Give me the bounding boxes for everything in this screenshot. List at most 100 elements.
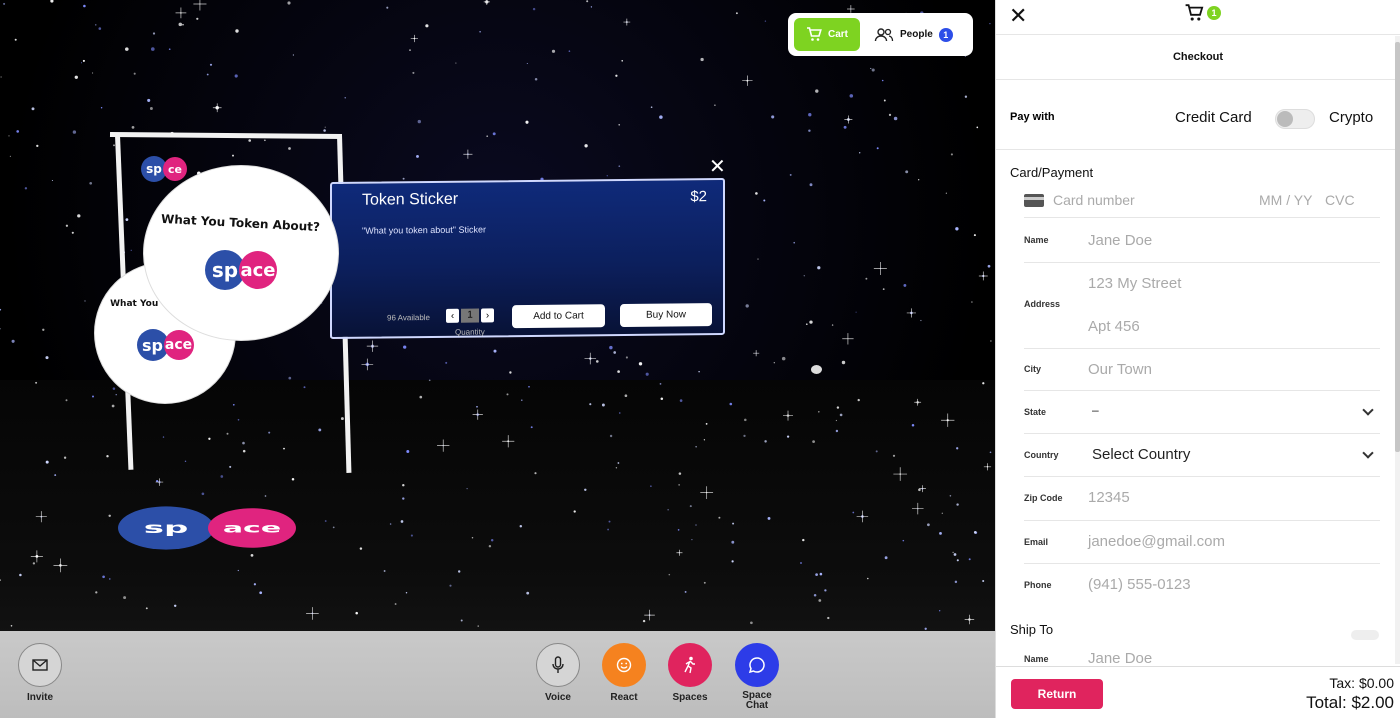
star [386,6,389,9]
star [956,559,959,562]
state-select[interactable]: – [1092,403,1099,417]
address-line1-input[interactable]: 123 My Street [1088,275,1181,292]
star [0,76,2,78]
star [359,547,363,550]
star [695,446,697,448]
star [689,505,692,508]
email-input[interactable]: janedoe@gmail.com [1088,533,1225,550]
star [831,324,834,326]
close-icon[interactable]: ✕ [709,157,726,177]
return-button[interactable]: Return [1011,679,1103,709]
star [857,398,860,402]
star [714,104,716,106]
spaces-button[interactable]: Spaces [660,643,720,703]
star [551,49,556,53]
star [976,126,979,129]
star [684,590,687,593]
phone-input[interactable]: (941) 555-0123 [1088,576,1191,593]
space-chat-button[interactable]: Space Chat [727,643,787,711]
star-sparkle [483,0,490,5]
spaces-label: Spaces [672,692,708,703]
star-sparkle [783,410,794,421]
star-sparkle [873,261,887,275]
voice-label: Voice [545,692,571,703]
star [973,234,976,237]
star [173,604,177,608]
star [638,362,643,366]
star [621,60,623,62]
star [402,177,405,180]
star [859,152,861,154]
zip-input[interactable]: 12345 [1088,489,1130,506]
chevron-down-icon[interactable] [1362,404,1374,416]
checkout-footer: Return Tax: $0.00 Total: $2.00 [996,666,1400,718]
star [409,49,411,51]
star [731,540,735,544]
credit-card-option[interactable]: Credit Card [1175,109,1252,126]
checkout-cart[interactable]: 1 [1184,4,1221,22]
star [24,187,28,190]
quantity-value[interactable]: 1 [461,308,479,323]
city-input[interactable]: Our Town [1088,361,1152,378]
credit-card-icon [1024,194,1044,207]
star [82,59,85,62]
scrollbar-thumb[interactable] [1395,42,1400,452]
ship-to-toggle[interactable] [1351,630,1379,640]
name-input[interactable]: Jane Doe [1088,232,1152,249]
chevron-down-icon[interactable] [1362,447,1374,459]
star [405,591,408,594]
voice-button[interactable]: Voice [528,643,588,703]
star [609,345,613,350]
star [808,113,812,117]
scrollbar[interactable] [1395,36,1400,664]
close-icon[interactable]: ✕ [1009,3,1027,29]
invite-button[interactable]: Invite [10,643,70,703]
card-number-input[interactable]: Card number [1053,192,1135,208]
star [237,419,240,421]
star [109,578,111,580]
star [786,435,790,438]
invite-label: Invite [26,692,54,703]
star [865,277,868,280]
country-select[interactable]: Select Country [1092,446,1190,463]
quantity-label: Quantity [455,327,485,337]
star [534,472,537,475]
phone-label: Phone [1024,580,1052,590]
star [8,135,10,137]
star [852,511,855,514]
quantity-increase-icon[interactable]: › [481,308,494,323]
address-line2-input[interactable]: Apt 456 [1088,318,1140,335]
cart-icon [1185,4,1204,21]
sticker-large[interactable]: What You Token About? sp ace [143,165,339,341]
star [131,126,135,129]
card-cvc-input[interactable]: CVC [1325,192,1355,208]
star [870,67,872,69]
star [416,154,419,158]
star [920,319,922,322]
star [525,120,529,124]
star [283,447,285,450]
cart-tab[interactable]: Cart [794,18,860,51]
add-to-cart-button[interactable]: Add to Cart [512,304,605,329]
star [209,63,213,66]
star [268,431,271,434]
ship-name-input[interactable]: Jane Doe [1088,650,1152,667]
star-sparkle [700,486,714,499]
card-expiry-input[interactable]: MM / YY [1259,192,1312,208]
buy-now-button[interactable]: Buy Now [620,303,712,328]
star [84,300,86,302]
star [987,264,991,268]
virtual-space-scene[interactable]: sp ce Token Sticker $2 "What you token a… [0,0,995,718]
payment-method-toggle[interactable] [1275,109,1315,129]
react-button[interactable]: React [594,643,654,703]
star [973,531,977,534]
people-tab[interactable]: People 1 [874,27,953,42]
star [394,603,397,605]
star [813,594,817,597]
quantity-decrease-icon[interactable]: ‹ [446,308,459,323]
crypto-option[interactable]: Crypto [1329,109,1373,126]
ship-to-title: Ship To [1010,622,1054,637]
star [417,119,421,124]
star [876,147,879,150]
cart-icon [806,27,822,41]
